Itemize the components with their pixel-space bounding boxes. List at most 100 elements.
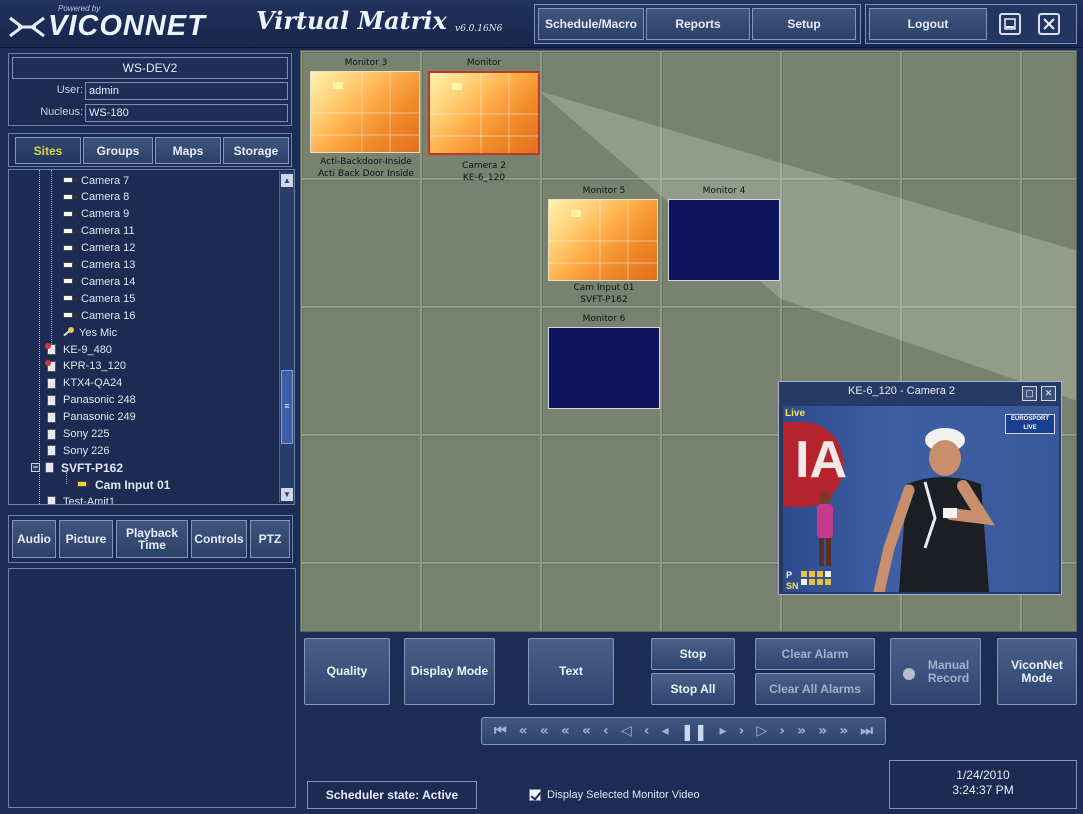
- live-indicator: Live: [785, 408, 806, 419]
- monitor-video[interactable]: [548, 199, 658, 281]
- playback-step-icon[interactable]: »: [839, 723, 848, 739]
- pause-icon[interactable]: ❚❚: [681, 722, 708, 741]
- clear-all-alarms-button[interactable]: Clear All Alarms: [755, 673, 875, 705]
- playback-step-icon[interactable]: »: [818, 723, 827, 739]
- tree-item[interactable]: Cam Input 01: [75, 476, 170, 493]
- collapse-icon[interactable]: −: [31, 463, 40, 473]
- monitor-4[interactable]: Monitor 4: [667, 185, 781, 285]
- monitor-3[interactable]: Monitor 3 Acti-Backdoor-Inside Acti Back…: [309, 57, 423, 183]
- playback-step-icon[interactable]: ›: [779, 723, 785, 739]
- tab-groups[interactable]: Groups: [83, 137, 153, 164]
- monitor-video[interactable]: [310, 71, 420, 153]
- tree-item-label: Camera 16: [81, 309, 136, 322]
- tree-item[interactable]: KE-9_480: [45, 341, 112, 358]
- monitor-5[interactable]: Monitor 5 Cam Input 01 SVFT-P162: [547, 185, 661, 311]
- tab-playback-time[interactable]: Playback Time: [116, 520, 188, 558]
- playback-step-icon[interactable]: ›: [739, 723, 745, 739]
- scroll-down-icon[interactable]: ▼: [281, 488, 293, 501]
- monitor-video[interactable]: [428, 71, 540, 155]
- stop-all-button[interactable]: Stop All: [651, 673, 735, 705]
- tree-item[interactable]: Yes Mic: [61, 324, 117, 341]
- scroll-up-icon[interactable]: ▲: [281, 174, 293, 187]
- monitor-title: Monitor 5: [582, 186, 626, 196]
- tree-item[interactable]: Camera 8: [61, 189, 129, 206]
- manual-record-button[interactable]: Manual Record: [890, 638, 981, 705]
- tree-item[interactable]: Camera 9: [61, 206, 129, 223]
- viconnet-mode-button[interactable]: ViconNet Mode: [997, 638, 1077, 705]
- monitor-6[interactable]: Monitor 6: [547, 313, 661, 413]
- tree-item[interactable]: Sony 225: [45, 426, 109, 443]
- server-icon: [45, 394, 59, 407]
- tree-item[interactable]: − SVFT-P162: [31, 459, 123, 476]
- tab-picture[interactable]: Picture: [59, 520, 113, 558]
- monitor-video[interactable]: [548, 327, 660, 409]
- tree-item[interactable]: Camera 12: [61, 240, 135, 257]
- reports-button[interactable]: Reports: [646, 8, 750, 40]
- live-video-feed[interactable]: IA Live EUROSPORT LIVE P SN: [783, 406, 1059, 592]
- tab-maps[interactable]: Maps: [155, 137, 221, 164]
- playback-step-icon[interactable]: ▷: [756, 723, 767, 739]
- playback-step-icon[interactable]: ◁: [621, 723, 632, 739]
- playback-step-icon[interactable]: «: [519, 723, 528, 739]
- playback-step-icon[interactable]: ⏭: [860, 723, 873, 739]
- tree-item[interactable]: Camera 15: [61, 290, 135, 307]
- setup-button[interactable]: Setup: [752, 8, 856, 40]
- tab-controls[interactable]: Controls: [191, 520, 247, 558]
- tree-item[interactable]: Test-Amit1: [45, 493, 115, 505]
- playback-step-icon[interactable]: ‹: [644, 723, 650, 739]
- video-window-close-button[interactable]: ✕: [1041, 386, 1056, 401]
- monitor-video[interactable]: [668, 199, 780, 281]
- tree-item[interactable]: Panasonic 249: [45, 409, 136, 426]
- brand-name: VICONNET: [48, 10, 206, 42]
- clear-alarm-button[interactable]: Clear Alarm: [755, 638, 875, 670]
- logout-button[interactable]: Logout: [869, 8, 987, 40]
- window-controls: Logout: [865, 4, 1077, 44]
- minimize-button[interactable]: [999, 13, 1021, 35]
- playback-step-icon[interactable]: ▸: [719, 723, 726, 739]
- tree-item-label: Test-Amit1: [63, 495, 115, 505]
- selected-video-window[interactable]: KE-6_120 - Camera 2 ▢ ✕ IA Live EUROSPOR…: [778, 381, 1062, 595]
- tree-item[interactable]: KTX4-QA24: [45, 375, 122, 392]
- playback-step-icon[interactable]: «: [582, 723, 591, 739]
- playback-step-icon[interactable]: ◂: [662, 723, 669, 739]
- close-button[interactable]: [1038, 13, 1060, 35]
- manual-record-label: Manual Record: [927, 657, 970, 685]
- tennis-player-figure: [873, 428, 995, 592]
- tab-ptz[interactable]: PTZ: [250, 520, 290, 558]
- camera-icon: [61, 209, 77, 220]
- display-selected-checkbox[interactable]: [529, 789, 541, 801]
- video-window-maximize-button[interactable]: ▢: [1022, 386, 1037, 401]
- tree-item[interactable]: Camera 7: [61, 172, 129, 189]
- main-nav: Schedule/Macro Reports Setup: [534, 4, 861, 44]
- microphone-icon: [61, 326, 75, 339]
- stop-button[interactable]: Stop: [651, 638, 735, 670]
- playback-step-icon[interactable]: «: [561, 723, 570, 739]
- tree-item[interactable]: Sony 226: [45, 442, 109, 459]
- tab-audio[interactable]: Audio: [12, 520, 56, 558]
- display-selected-monitor-video-option[interactable]: Display Selected Monitor Video: [529, 789, 700, 801]
- display-mode-button[interactable]: Display Mode: [404, 638, 495, 705]
- schedule-macro-button[interactable]: Schedule/Macro: [538, 8, 644, 40]
- playback-step-icon[interactable]: ⏮: [494, 723, 507, 739]
- tree-item[interactable]: Panasonic 248: [45, 392, 136, 409]
- tree-item[interactable]: Camera 16: [61, 307, 135, 324]
- tab-storage[interactable]: Storage: [223, 137, 289, 164]
- tree-item-label: Cam Input 01: [95, 477, 171, 492]
- tree-item[interactable]: Camera 11: [61, 223, 135, 240]
- quality-button[interactable]: Quality: [304, 638, 390, 705]
- tree-item[interactable]: Camera 13: [61, 257, 135, 274]
- scroll-thumb[interactable]: ≡: [281, 370, 293, 444]
- tree-item[interactable]: Camera 14: [61, 273, 135, 290]
- app-header: Powered by VICONNET Virtual Matrix v6.0.…: [0, 0, 1083, 48]
- tree-item[interactable]: KPR-13_120: [45, 358, 126, 375]
- tree-item-label: Camera 13: [81, 259, 136, 271]
- current-time: 3:24:37 PM: [952, 783, 1014, 797]
- tab-sites[interactable]: Sites: [15, 137, 81, 164]
- monitor-selected[interactable]: Monitor Camera 2 KE-6_120: [427, 57, 541, 183]
- playback-step-icon[interactable]: »: [797, 723, 806, 739]
- playback-step-icon[interactable]: ‹: [603, 723, 609, 739]
- tree-scrollbar[interactable]: ▲ ≡ ▼: [279, 171, 294, 503]
- playback-step-icon[interactable]: «: [540, 723, 549, 739]
- text-button[interactable]: Text: [528, 638, 614, 705]
- monitor-camera-line: Cam Input 01: [573, 283, 635, 293]
